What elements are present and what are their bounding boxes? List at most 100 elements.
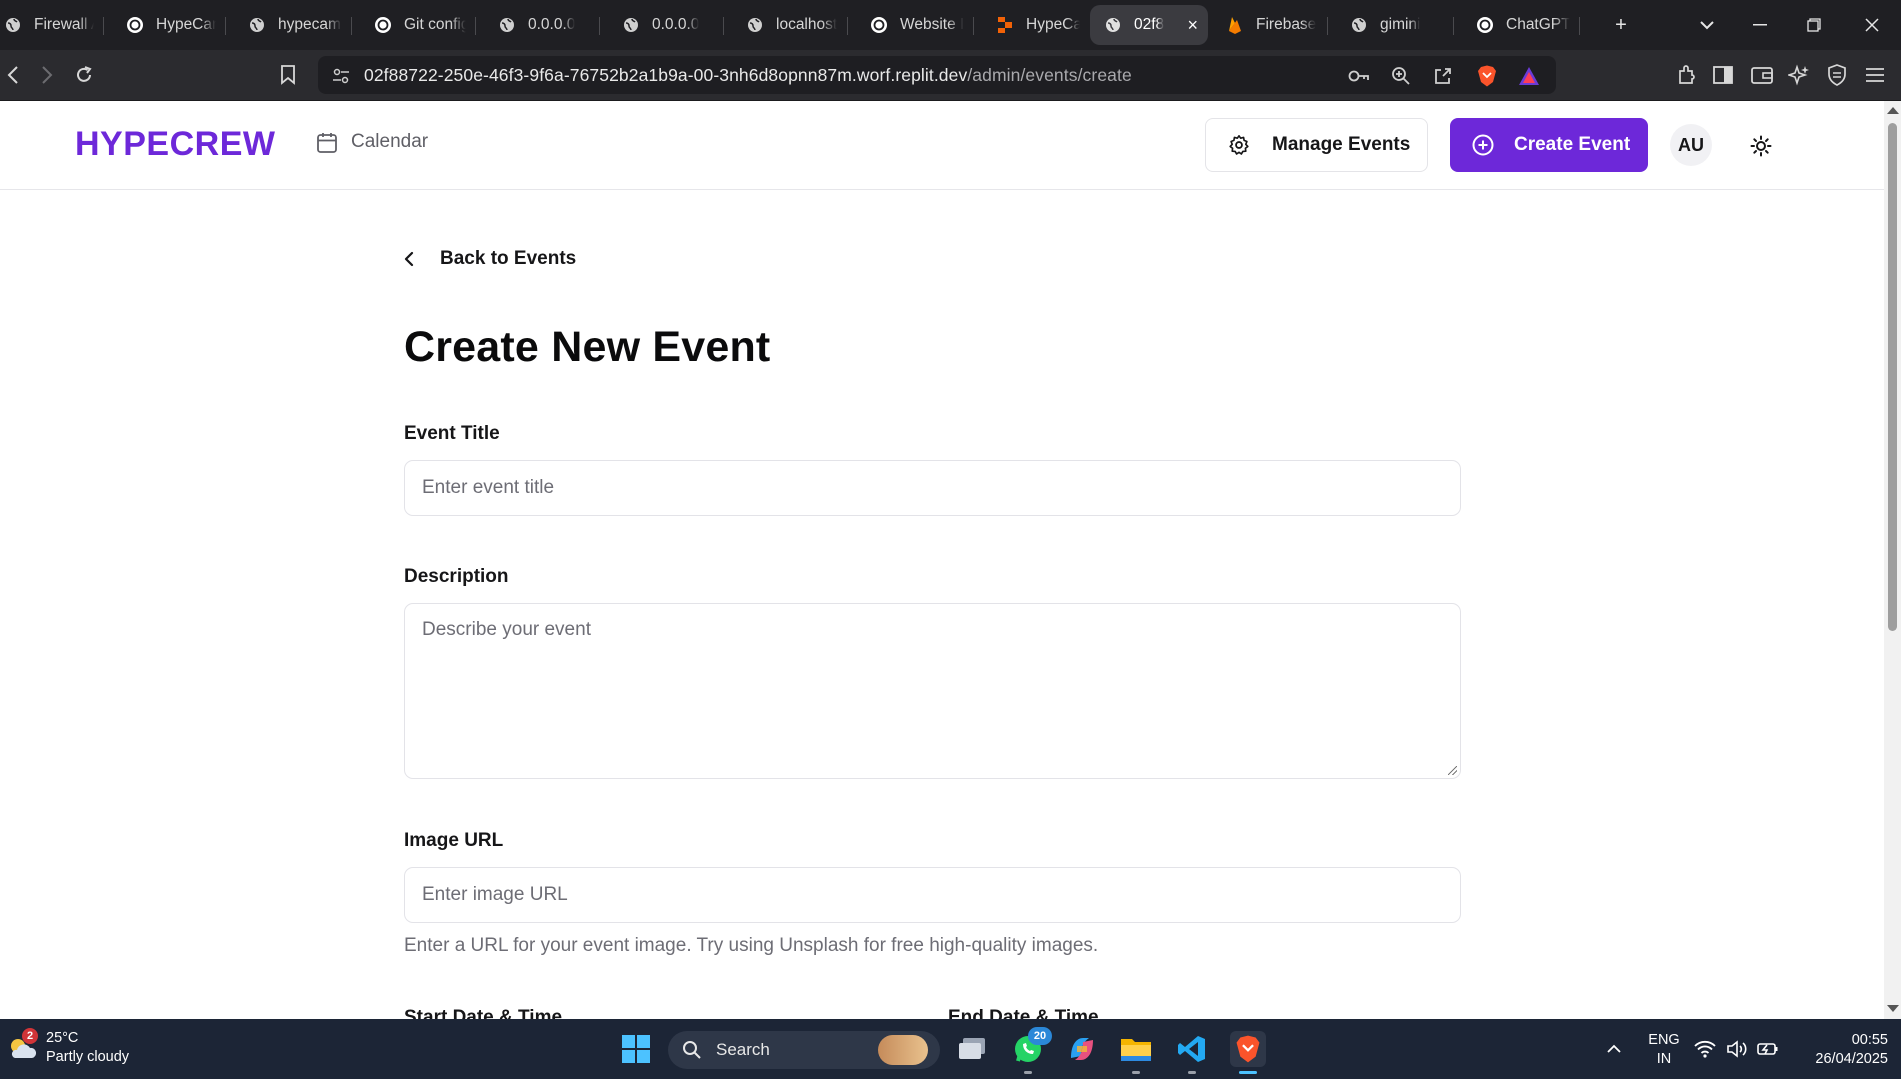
new-tab-button[interactable]: + xyxy=(1604,0,1638,50)
tab-title: HypeCam xyxy=(156,16,216,33)
windows-start-icon[interactable] xyxy=(618,1031,654,1067)
url-path: /admin/events/create xyxy=(967,64,1132,85)
running-indicator xyxy=(1024,1071,1032,1074)
globe-icon xyxy=(498,16,516,34)
tab[interactable]: hypecamp xyxy=(226,5,352,45)
image-url-input[interactable]: Enter image URL xyxy=(404,867,1461,923)
theme-toggle-sun-icon[interactable] xyxy=(1748,133,1774,159)
show-hidden-icons-chevron-icon[interactable] xyxy=(1596,1031,1632,1067)
address-bar[interactable]: 02f88722-250e-46f3-9f6a-76752b2a1b9a-00-… xyxy=(318,56,1556,94)
tab[interactable]: Firebase xyxy=(1208,5,1328,45)
description-label: Description xyxy=(404,566,509,587)
tab-search-chevron-icon[interactable] xyxy=(1690,0,1724,50)
copilot-icon[interactable] xyxy=(1064,1031,1100,1067)
tab[interactable]: 0.0.0.0 xyxy=(600,5,724,45)
manage-events-button[interactable]: Manage Events xyxy=(1205,118,1428,172)
extensions-puzzle-icon[interactable] xyxy=(1670,58,1704,92)
globe-icon xyxy=(1350,16,1368,34)
tab[interactable]: localhost xyxy=(724,5,848,45)
brand-logo[interactable]: HYPECREW xyxy=(75,125,275,164)
minimize-window-icon[interactable] xyxy=(1740,0,1780,50)
openai-icon xyxy=(126,16,144,34)
brave-rewards-icon[interactable] xyxy=(1518,65,1540,87)
restore-window-icon[interactable] xyxy=(1794,0,1834,50)
back-to-events-label: Back to Events xyxy=(440,248,577,269)
scroll-up-arrow-icon[interactable] xyxy=(1887,107,1899,114)
event-title-placeholder: Enter event title xyxy=(422,477,555,498)
vscode-icon[interactable] xyxy=(1174,1031,1210,1067)
back-to-events-link[interactable]: Back to Events xyxy=(404,248,576,270)
tab[interactable]: HypeCam xyxy=(974,5,1090,45)
tab-title: gimini xyxy=(1380,16,1421,33)
replit-icon xyxy=(996,16,1014,34)
chevron-left-icon xyxy=(404,251,414,267)
tab[interactable]: HypeCam xyxy=(104,5,226,45)
whatsapp-badge: 20 xyxy=(1028,1027,1052,1045)
zoom-icon[interactable] xyxy=(1390,65,1412,87)
language-top: ENG xyxy=(1648,1032,1680,1048)
volume-icon[interactable] xyxy=(1724,1031,1750,1067)
nav-calendar[interactable]: Calendar xyxy=(317,131,428,153)
wifi-icon[interactable] xyxy=(1692,1031,1718,1067)
event-title-input[interactable]: Enter event title xyxy=(404,460,1461,516)
clock[interactable]: 00:55 26/04/2025 xyxy=(1794,1031,1888,1069)
leo-ai-icon[interactable] xyxy=(1782,58,1816,92)
wallet-icon[interactable] xyxy=(1745,58,1779,92)
description-textarea[interactable]: Describe your event xyxy=(404,603,1461,779)
site-settings-icon[interactable] xyxy=(330,65,352,87)
page-scrollbar[interactable] xyxy=(1884,101,1901,1019)
sidebar-icon[interactable] xyxy=(1706,58,1740,92)
task-view-icon[interactable] xyxy=(954,1031,990,1067)
vpn-shield-icon[interactable] xyxy=(1820,58,1854,92)
search-highlight-icon xyxy=(878,1035,928,1065)
tab-title: Firewall A xyxy=(34,16,94,33)
tab[interactable]: gimini xyxy=(1328,5,1454,45)
language-bottom: IN xyxy=(1656,1051,1672,1067)
page-title: Create New Event xyxy=(404,323,771,371)
close-window-icon[interactable] xyxy=(1852,0,1892,50)
image-url-help-text: Enter a URL for your event image. Try us… xyxy=(404,935,1099,956)
file-explorer-icon[interactable] xyxy=(1118,1031,1154,1067)
avatar[interactable]: AU xyxy=(1670,124,1712,166)
tab-title: 02f8 xyxy=(1134,16,1165,33)
whatsapp-icon[interactable]: 20 xyxy=(1010,1027,1052,1067)
tab[interactable]: 0.0.0.0 xyxy=(476,5,600,45)
url-text[interactable]: 02f88722-250e-46f3-9f6a-76752b2a1b9a-00-… xyxy=(364,65,1132,86)
firebase-icon xyxy=(1226,16,1244,34)
tab-title: Firebase xyxy=(1256,16,1317,33)
close-tab-icon[interactable]: × xyxy=(1179,15,1198,36)
scroll-down-arrow-icon[interactable] xyxy=(1887,1005,1899,1012)
resize-handle-icon[interactable] xyxy=(1448,766,1457,775)
url-host: 02f88722-250e-46f3-9f6a-76752b2a1b9a-00-… xyxy=(364,64,968,85)
create-event-label: Create Event xyxy=(1514,134,1631,155)
tab[interactable]: Firewall A xyxy=(0,5,104,45)
battery-charging-icon[interactable] xyxy=(1754,1031,1782,1067)
partly-cloudy-icon: 2 xyxy=(6,1028,38,1064)
tab[interactable]: ChatGPT xyxy=(1454,5,1580,45)
language-indicator[interactable]: ENG IN xyxy=(1644,1031,1684,1069)
tab-title: Website I xyxy=(900,16,964,33)
brave-browser-icon[interactable] xyxy=(1230,1031,1266,1067)
scrollbar-thumb[interactable] xyxy=(1888,123,1897,631)
brave-shields-icon[interactable] xyxy=(1476,65,1498,87)
image-url-label: Image URL xyxy=(404,830,504,851)
tab[interactable]: Git config xyxy=(352,5,476,45)
share-icon[interactable] xyxy=(1432,65,1454,87)
back-arrow-icon[interactable] xyxy=(0,58,30,92)
taskbar-search-box[interactable]: Search xyxy=(668,1031,940,1069)
menu-hamburger-icon[interactable] xyxy=(1858,58,1892,92)
reload-icon[interactable] xyxy=(67,58,101,92)
running-indicator xyxy=(1188,1071,1196,1074)
weather-widget[interactable]: 2 25°C Partly cloudy xyxy=(6,1028,129,1067)
create-event-button[interactable]: Create Event xyxy=(1450,118,1648,172)
tab[interactable]: Website I xyxy=(848,5,974,45)
clock-time: 00:55 xyxy=(1851,1032,1888,1048)
forward-arrow-icon[interactable] xyxy=(30,58,64,92)
key-icon[interactable] xyxy=(1348,65,1370,87)
globe-icon xyxy=(4,16,22,34)
web-page: HYPECREW Calendar Manage Events Create E… xyxy=(0,101,1884,1019)
tab-title: 0.0.0.0 xyxy=(528,16,576,33)
bookmark-icon[interactable] xyxy=(271,58,305,92)
tab-title: hypecamp xyxy=(278,16,342,33)
tab-active[interactable]: 02f8 × xyxy=(1090,5,1208,45)
